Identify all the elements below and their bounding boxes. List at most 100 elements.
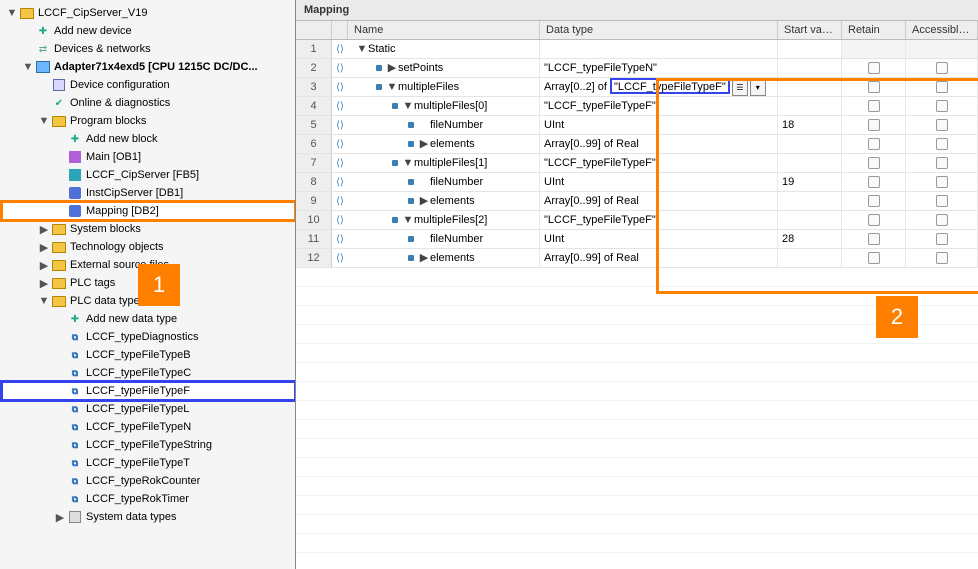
tree-twist-icon[interactable]: ▶: [38, 277, 50, 289]
row-datatype[interactable]: "LCCF_typeFileTypeF": [540, 97, 778, 115]
col-retain[interactable]: Retain: [842, 21, 906, 39]
tree-item[interactable]: ⧉LCCF_typeDiagnostics: [2, 328, 295, 346]
row-startvalue[interactable]: [778, 135, 842, 153]
row-startvalue[interactable]: [778, 97, 842, 115]
tree-item[interactable]: ▶System data types: [2, 508, 295, 526]
accessible-checkbox[interactable]: [936, 119, 948, 131]
tree-twist-icon[interactable]: ▼: [38, 115, 50, 127]
tree-item[interactable]: ⇄Devices & networks: [2, 40, 295, 58]
retain-checkbox[interactable]: [868, 100, 880, 112]
accessible-checkbox[interactable]: [936, 138, 948, 150]
row-caret-icon[interactable]: ▼: [402, 154, 414, 172]
row-caret-icon[interactable]: ▼: [402, 211, 414, 229]
tree-item[interactable]: Device configuration: [2, 76, 295, 94]
retain-checkbox[interactable]: [868, 62, 880, 74]
tree-item[interactable]: ▼LCCF_CipServer_V19: [2, 4, 295, 22]
tree-item[interactable]: Main [OB1]: [2, 148, 295, 166]
table-row[interactable]: 10⟨⟩▼multipleFiles[2]"LCCF_typeFileTypeF…: [296, 211, 978, 230]
accessible-checkbox[interactable]: [936, 233, 948, 245]
table-row[interactable]: 6⟨⟩▶elementsArray[0..99] of Real: [296, 135, 978, 154]
datatype-input[interactable]: "LCCF_typeFileTypeF": [610, 78, 730, 94]
row-caret-icon[interactable]: ▼: [356, 40, 368, 58]
tree-item[interactable]: Add new device: [2, 22, 295, 40]
row-startvalue[interactable]: [778, 211, 842, 229]
row-startvalue[interactable]: [778, 192, 842, 210]
col-type[interactable]: Data type: [540, 21, 778, 39]
retain-checkbox[interactable]: [868, 233, 880, 245]
tree-item[interactable]: ▶Technology objects: [2, 238, 295, 256]
row-caret-icon[interactable]: ▶: [418, 192, 430, 210]
table-row[interactable]: 4⟨⟩▼multipleFiles[0]"LCCF_typeFileTypeF": [296, 97, 978, 116]
tree-twist-icon[interactable]: ▶: [38, 241, 50, 253]
retain-checkbox[interactable]: [868, 157, 880, 169]
accessible-checkbox[interactable]: [936, 100, 948, 112]
tree-item[interactable]: ▶System blocks: [2, 220, 295, 238]
tree-item[interactable]: ⧉LCCF_typeRokTimer: [2, 490, 295, 508]
retain-checkbox[interactable]: [868, 119, 880, 131]
tree-twist-icon[interactable]: ▶: [54, 511, 66, 523]
tree-item[interactable]: ⧉LCCF_typeFileTypeT: [2, 454, 295, 472]
col-accessible[interactable]: Accessible f...: [906, 21, 978, 39]
tree-item[interactable]: Add new data type: [2, 310, 295, 328]
accessible-checkbox[interactable]: [936, 214, 948, 226]
accessible-checkbox[interactable]: [936, 81, 948, 93]
table-row[interactable]: 2⟨⟩▶setPoints"LCCF_typeFileTypeN": [296, 59, 978, 78]
row-datatype[interactable]: "LCCF_typeFileTypeF": [540, 211, 778, 229]
table-row[interactable]: 5⟨⟩fileNumberUInt18: [296, 116, 978, 135]
accessible-checkbox[interactable]: [936, 195, 948, 207]
accessible-checkbox[interactable]: [936, 176, 948, 188]
tree-twist-icon[interactable]: ▶: [38, 259, 50, 271]
tree-item[interactable]: Mapping [DB2]: [2, 202, 295, 220]
table-row[interactable]: 11⟨⟩fileNumberUInt28: [296, 230, 978, 249]
tree-item[interactable]: ⧉LCCF_typeFileTypeN: [2, 418, 295, 436]
tree-item[interactable]: ⧉LCCF_typeFileTypeB: [2, 346, 295, 364]
row-datatype[interactable]: UInt: [540, 173, 778, 191]
tree-item[interactable]: ✔Online & diagnostics: [2, 94, 295, 112]
row-datatype[interactable]: Array[0..99] of Real: [540, 192, 778, 210]
tree-item[interactable]: InstCipServer [DB1]: [2, 184, 295, 202]
row-startvalue[interactable]: [778, 78, 842, 96]
table-row[interactable]: 12⟨⟩▶elementsArray[0..99] of Real: [296, 249, 978, 268]
row-datatype[interactable]: "LCCF_typeFileTypeN": [540, 59, 778, 77]
tree-item[interactable]: ▼Adapter71x4exd5 [CPU 1215C DC/DC...: [2, 58, 295, 76]
table-row[interactable]: 8⟨⟩fileNumberUInt19: [296, 173, 978, 192]
tree-twist-icon[interactable]: ▼: [6, 7, 18, 19]
retain-checkbox[interactable]: [868, 81, 880, 93]
row-caret-icon[interactable]: ▼: [402, 97, 414, 115]
row-datatype[interactable]: "LCCF_typeFileTypeF": [540, 154, 778, 172]
tree-item[interactable]: ⧉LCCF_typeFileTypeC: [2, 364, 295, 382]
row-startvalue[interactable]: [778, 154, 842, 172]
col-name[interactable]: Name: [348, 21, 540, 39]
accessible-checkbox[interactable]: [936, 62, 948, 74]
row-caret-icon[interactable]: ▶: [386, 59, 398, 77]
tree-item[interactable]: ⧉LCCF_typeFileTypeString: [2, 436, 295, 454]
tree-twist-icon[interactable]: ▶: [38, 223, 50, 235]
row-datatype[interactable]: UInt: [540, 230, 778, 248]
row-startvalue[interactable]: [778, 59, 842, 77]
row-datatype[interactable]: Array[0..99] of Real: [540, 135, 778, 153]
type-list-icon[interactable]: ☰: [732, 80, 748, 96]
row-caret-icon[interactable]: ▶: [418, 249, 430, 267]
row-startvalue[interactable]: 18: [778, 116, 842, 134]
retain-checkbox[interactable]: [868, 252, 880, 264]
accessible-checkbox[interactable]: [936, 252, 948, 264]
row-startvalue[interactable]: [778, 40, 842, 58]
table-row[interactable]: 1⟨⟩▼Static: [296, 40, 978, 59]
retain-checkbox[interactable]: [868, 176, 880, 188]
accessible-checkbox[interactable]: [936, 157, 948, 169]
row-startvalue[interactable]: 19: [778, 173, 842, 191]
row-datatype[interactable]: Array[0..2] of "LCCF_typeFileTypeF"☰▾: [540, 78, 778, 96]
tree-item[interactable]: Add new block: [2, 130, 295, 148]
tree-item[interactable]: ▼Program blocks: [2, 112, 295, 130]
tree-twist-icon[interactable]: ▼: [38, 295, 50, 307]
retain-checkbox[interactable]: [868, 214, 880, 226]
row-datatype[interactable]: UInt: [540, 116, 778, 134]
tree-twist-icon[interactable]: ▼: [22, 61, 34, 73]
col-startvalue[interactable]: Start value: [778, 21, 842, 39]
tree-item[interactable]: ⧉LCCF_typeFileTypeL: [2, 400, 295, 418]
type-dropdown-icon[interactable]: ▾: [750, 80, 766, 96]
row-caret-icon[interactable]: ▼: [386, 78, 398, 96]
row-datatype[interactable]: Array[0..99] of Real: [540, 249, 778, 267]
tree-item[interactable]: LCCF_CipServer [FB5]: [2, 166, 295, 184]
table-row[interactable]: 9⟨⟩▶elementsArray[0..99] of Real: [296, 192, 978, 211]
